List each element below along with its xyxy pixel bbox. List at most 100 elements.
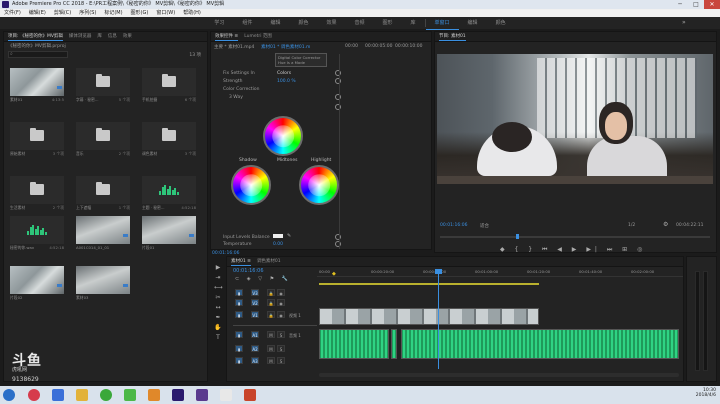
project-item[interactable]: 调色素材 3 个项 (142, 122, 196, 156)
track-lock-icon[interactable]: 🔒 (267, 289, 275, 296)
audio-clip-a1-part3[interactable] (401, 329, 679, 359)
tab-project[interactable]: 项目: 《秘密的你》MV剪辑 (8, 32, 63, 41)
project-item[interactable]: A001C014_01_01 (76, 216, 130, 250)
eyedropper-icon[interactable]: ✎ (287, 233, 291, 239)
project-search-input[interactable]: ⌕ (8, 51, 68, 58)
track-target-v2[interactable]: ▮ (235, 299, 243, 306)
ec-clip-dropdown[interactable]: 素材01 * 调色素材01.m (261, 44, 310, 50)
pen-tool-icon[interactable]: ✒ (214, 314, 222, 321)
workspace-editing[interactable]: 编辑 (261, 17, 289, 29)
project-item[interactable]: 原始素材 3 个项 (10, 122, 64, 156)
workspace-editing-2[interactable]: 编辑 (459, 17, 487, 29)
timeline-playhead[interactable] (438, 269, 439, 369)
browser-icon[interactable] (100, 389, 112, 401)
project-item[interactable]: 秘密的你.wav 4:52:18 (10, 216, 64, 250)
hand-tool-icon[interactable]: ✋ (214, 324, 222, 331)
start-button-icon[interactable] (3, 389, 15, 401)
taskbar-app-icon[interactable] (196, 389, 208, 401)
workspace-effects[interactable]: 效果 (317, 17, 345, 29)
taskbar-app-icon[interactable] (124, 389, 136, 401)
tab-libraries[interactable]: 库 (97, 32, 102, 41)
playback-controls[interactable]: ◆ { } ⏮ ◀ ▶ ▶| ⏭ ⊞ ◎ (500, 246, 646, 254)
reset-icon[interactable] (335, 78, 341, 84)
workspace-libraries[interactable]: 库 (402, 17, 425, 29)
program-timecode[interactable]: 00:01:16:06 (440, 223, 467, 228)
ec-row-value-1[interactable]: 100.0 % (277, 79, 296, 84)
system-clock[interactable]: 10:30 2018/4/6 (680, 388, 716, 398)
workspace-assembly[interactable]: 组件 (233, 17, 261, 29)
track-target-v1[interactable]: ▮ (235, 311, 243, 318)
reset-icon[interactable] (335, 234, 341, 240)
track-label-a1[interactable]: A1 (251, 331, 259, 338)
tab-info[interactable]: 信息 (108, 32, 117, 41)
shadow-color-wheel[interactable] (231, 165, 271, 205)
type-tool-icon[interactable]: T (214, 334, 222, 341)
menu-graphics[interactable]: 图形(G) (131, 9, 149, 17)
work-area-bar[interactable] (319, 283, 539, 285)
color-swatch[interactable] (273, 234, 283, 238)
workspace-learn[interactable]: 学习 (205, 17, 233, 29)
program-playhead[interactable] (516, 234, 519, 239)
track-label-v3[interactable]: V3 (251, 289, 259, 296)
minimize-button[interactable]: ─ (672, 0, 688, 9)
project-item[interactable]: 片段01 (142, 216, 196, 250)
taskbar-app-icon[interactable] (220, 389, 232, 401)
track-eye-icon[interactable]: ◉ (277, 311, 285, 318)
track-select-tool-icon[interactable]: ⇥ (214, 274, 222, 281)
tab-media-browser[interactable]: 媒体浏览器 (69, 32, 92, 41)
track-target-a3[interactable]: ▮ (235, 357, 243, 364)
workspace-color-2[interactable]: 颜色 (487, 17, 515, 29)
menu-clip[interactable]: 剪辑(C) (54, 9, 71, 17)
menu-file[interactable]: 文件(F) (4, 9, 21, 17)
project-item[interactable]: 手机拍摄 6 个项 (142, 68, 196, 102)
project-item[interactable]: 生活素材 2 个项 (10, 176, 64, 210)
project-item[interactable]: 素材03 (76, 266, 130, 300)
taskbar-app-icon[interactable] (148, 389, 160, 401)
audio-clip-a1-part2[interactable] (391, 329, 397, 359)
project-item[interactable]: 上下遮幅 1 个项 (76, 176, 130, 210)
selection-tool-icon[interactable]: ▶ (214, 264, 222, 271)
track-solo-icon[interactable]: S (277, 345, 285, 352)
ec-row-value-0[interactable]: Colors (277, 71, 291, 76)
workspace-color[interactable]: 颜色 (289, 17, 317, 29)
project-item[interactable]: 音乐 2 个项 (76, 122, 130, 156)
menu-window[interactable]: 窗口(W) (156, 9, 175, 17)
track-solo-icon[interactable]: S (277, 357, 285, 364)
track-label-a3[interactable]: A3 (251, 357, 259, 364)
track-solo-icon[interactable]: S (277, 331, 285, 338)
menu-marker[interactable]: 标记(M) (104, 9, 122, 17)
project-item[interactable]: 主题 · 秘密… 4:52:18 (142, 176, 196, 210)
audio-clip-a1-part1[interactable] (319, 329, 389, 359)
video-clip-v1[interactable] (319, 308, 539, 325)
program-video-frame[interactable] (437, 54, 713, 184)
master-color-wheel[interactable] (263, 116, 303, 156)
highlight-color-wheel[interactable] (299, 165, 339, 205)
track-target-a2[interactable]: ▮ (235, 345, 243, 352)
track-eye-icon[interactable]: ◉ (277, 299, 285, 306)
menu-help[interactable]: 帮助(H) (183, 9, 201, 17)
tab-sequence-color[interactable]: 调色素材01 (257, 257, 281, 266)
tab-program[interactable]: 节目: 素材01 (439, 32, 466, 41)
track-label-v2[interactable]: V2 (251, 299, 259, 306)
tab-effects[interactable]: 效果 (123, 32, 132, 41)
timeline-timecode[interactable]: 00:01:16:06 (233, 268, 264, 274)
settings-wrench-icon[interactable]: ⚙ (663, 221, 668, 228)
track-mute-icon[interactable]: M (267, 331, 275, 338)
track-label-v1[interactable]: V1 (251, 311, 259, 318)
workspace-overflow-icon[interactable]: » (682, 19, 690, 27)
tab-effect-controls[interactable]: 效果控件 ≡ (215, 32, 239, 41)
reset-icon[interactable] (335, 241, 341, 247)
maximize-button[interactable]: □ (688, 0, 704, 9)
program-quality-dropdown[interactable]: 1/2 (628, 223, 635, 228)
workspace-audio[interactable]: 音频 (345, 17, 373, 29)
reset-icon[interactable] (335, 70, 341, 76)
track-mute-icon[interactable]: M (267, 345, 275, 352)
track-lock-icon[interactable]: 🔒 (267, 311, 275, 318)
marker-icon[interactable]: ◆ (332, 271, 336, 277)
track-mute-icon[interactable]: M (267, 357, 275, 364)
taskbar-app-icon[interactable] (28, 389, 40, 401)
timeline-ruler[interactable]: 00:00 00:00:20:00 00:00:40:00 00:01:00:0… (317, 267, 683, 277)
taskbar-app-icon[interactable] (244, 389, 256, 401)
tab-lumetri-scopes[interactable]: Lumetri 范围 (244, 32, 272, 41)
ripple-edit-tool-icon[interactable]: ⟷ (214, 284, 223, 291)
